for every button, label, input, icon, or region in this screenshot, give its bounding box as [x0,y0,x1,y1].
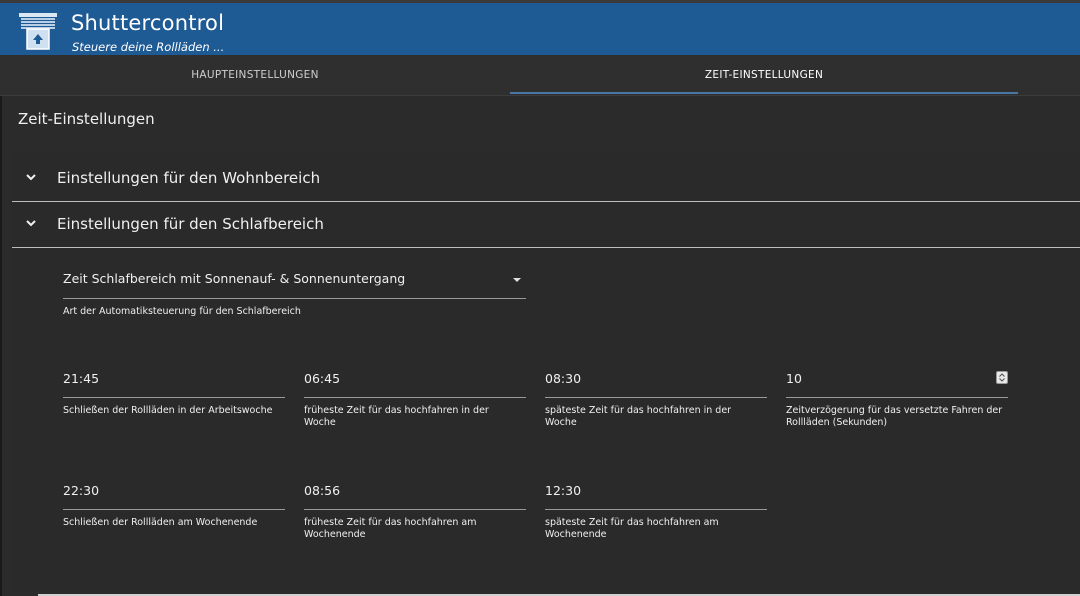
earliest-up-weekend-value: 08:56 [304,483,341,498]
latest-up-weekday-helper: späteste Zeit für das hochfahren in der … [545,405,732,428]
earliest-up-weekend-helper: früheste Zeit für das hochfahren am Woch… [304,517,477,540]
latest-up-weekend-value: 12:30 [545,483,582,498]
section-wohnbereich-label: Einstellungen für den Wohnbereich [57,169,321,187]
page-title: Zeit-Einstellungen [18,110,155,128]
blinds-up-icon [19,13,57,51]
number-spinner-icon[interactable] [996,371,1008,384]
delay-seconds-helper: Zeitverzögerung für das versetzte Fahren… [786,405,1003,428]
sleep-mode-value: Zeit Schlafbereich mit Sonnenauf- & Sonn… [63,271,406,286]
latest-up-weekend-helper: späteste Zeit für das hochfahren am Woch… [545,517,719,540]
section-schlafbereich-header[interactable]: Einstellungen für den Schlafbereich [12,201,1080,248]
tab-haupteinstellungen[interactable]: HAUPTEINSTELLUNGEN [0,55,510,95]
earliest-up-weekday-value: 06:45 [304,371,341,386]
close-weekday-helper: Schließen der Rollläden in der Arbeitswo… [63,405,273,416]
chevron-down-icon [24,169,38,183]
section-wohnbereich-header[interactable]: Einstellungen für den Wohnbereich [12,155,1080,202]
close-weekend-input[interactable]: 22:30 [63,473,285,510]
section-schlafbereich-label: Einstellungen für den Schlafbereich [57,215,324,233]
latest-up-weekend-input[interactable]: 12:30 [545,473,767,510]
dropdown-arrow-icon [513,278,521,282]
tab-zeit-einstellungen[interactable]: ZEIT-EINSTELLUNGEN [510,55,1018,95]
active-tab-indicator [510,92,1018,94]
close-weekend-value: 22:30 [63,483,100,498]
latest-up-weekday-input[interactable]: 08:30 [545,361,767,398]
app-title: Shuttercontrol [71,11,225,35]
app-subtitle: Steuere deine Rollläden ... [72,40,225,54]
app-header: Shuttercontrol Steuere deine Rollläden .… [0,0,1080,55]
chevron-down-icon [24,215,38,229]
delay-seconds-input[interactable]: 10 [786,361,1008,398]
sleep-mode-helper: Art der Automatiksteuerung für den Schla… [63,306,301,317]
earliest-up-weekend-input[interactable]: 08:56 [304,473,526,510]
sleep-mode-select[interactable]: Zeit Schlafbereich mit Sonnenauf- & Sonn… [63,262,526,299]
delay-seconds-value: 10 [786,371,802,386]
latest-up-weekday-value: 08:30 [545,371,582,386]
earliest-up-weekday-helper: früheste Zeit für das hochfahren in der … [304,405,489,428]
tab-bar: HAUPTEINSTELLUNGEN ZEIT-EINSTELLUNGEN [0,55,1080,96]
close-weekday-value: 21:45 [63,371,100,386]
earliest-up-weekday-input[interactable]: 06:45 [304,361,526,398]
close-weekend-helper: Schließen der Rollläden am Wochenende [63,517,258,528]
close-weekday-input[interactable]: 21:45 [63,361,285,398]
